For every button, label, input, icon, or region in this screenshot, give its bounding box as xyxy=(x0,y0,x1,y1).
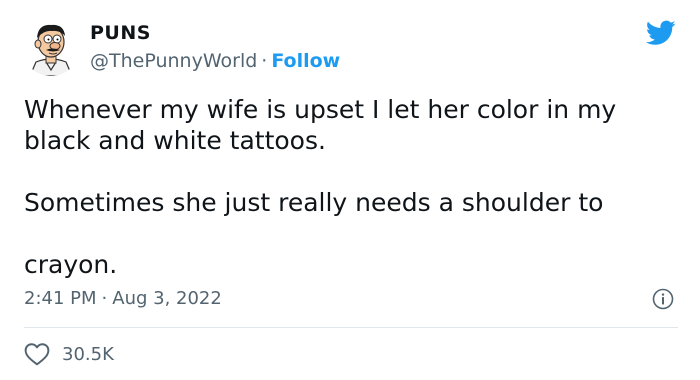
author-handle[interactable]: @ThePunnyWorld xyxy=(90,50,257,72)
tweet-paragraph: Whenever my wife is upset I let her colo… xyxy=(24,95,617,155)
tweet-paragraph: Sometimes she just really needs a should… xyxy=(24,188,604,217)
like-count: 30.5K xyxy=(62,343,114,365)
handle-separator: · xyxy=(261,50,268,72)
tweet-time: 2:41 PM xyxy=(24,288,97,309)
heart-icon xyxy=(24,343,50,366)
author-display-name[interactable]: PUNS xyxy=(90,22,151,44)
like-button[interactable]: 30.5K xyxy=(24,341,114,367)
info-icon[interactable] xyxy=(652,288,674,310)
avatar-illustration xyxy=(22,18,80,76)
tweet-card: PUNS @ThePunnyWorld · Follow Whenever my w… xyxy=(0,0,700,380)
follow-button[interactable]: Follow xyxy=(271,50,340,72)
tweet-date: Aug 3, 2022 xyxy=(112,288,222,309)
twitter-bird-icon[interactable] xyxy=(646,20,676,46)
tweet-paragraph: crayon. xyxy=(24,250,118,279)
avatar[interactable] xyxy=(22,18,80,76)
divider xyxy=(24,327,678,328)
timestamp-separator: · xyxy=(101,288,108,309)
tweet-body: Whenever my wife is upset I let her colo… xyxy=(24,94,664,280)
tweet-timestamp[interactable]: 2:41 PM · Aug 3, 2022 xyxy=(24,288,222,309)
author-handle-row: @ThePunnyWorld · Follow xyxy=(90,50,340,72)
